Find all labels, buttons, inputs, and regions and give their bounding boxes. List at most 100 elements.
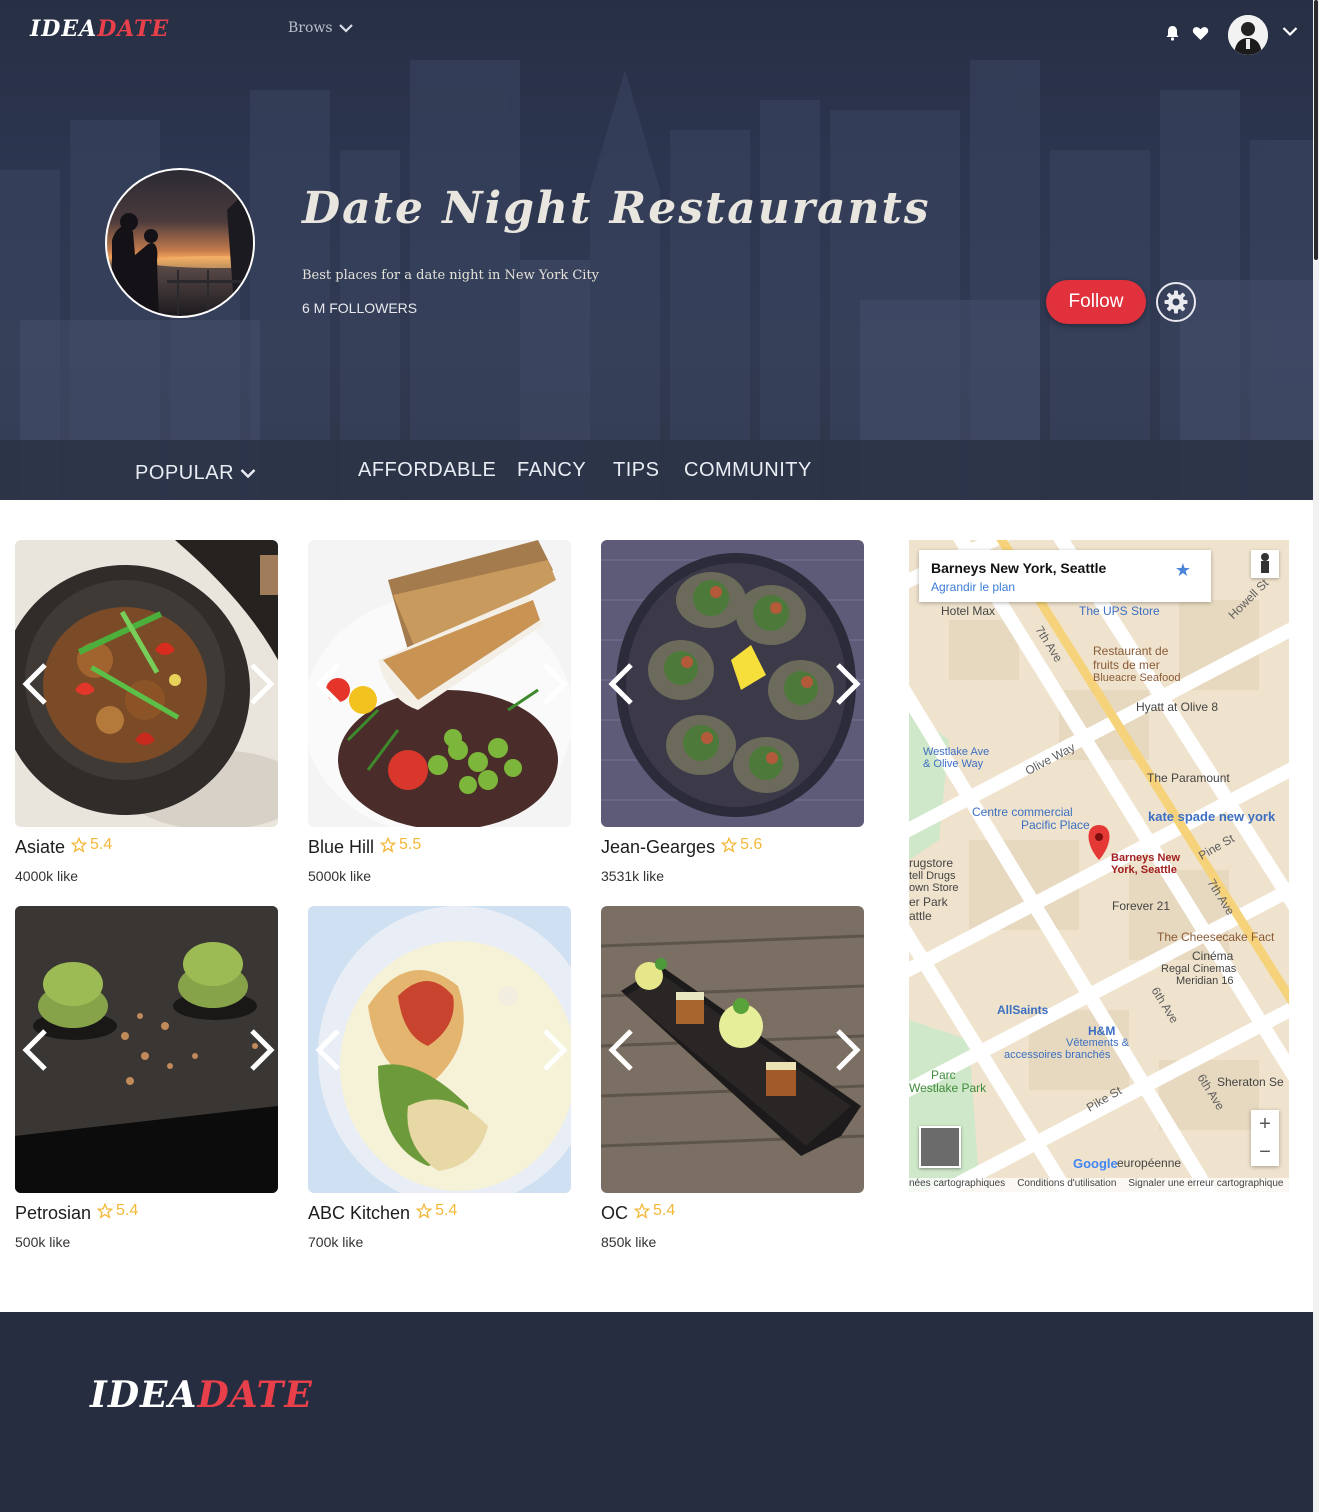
asiate-dish-image (15, 540, 278, 827)
likes-count: 4000k like (15, 868, 79, 884)
rating-value: 5.4 (90, 836, 113, 853)
settings-button[interactable] (1156, 282, 1196, 322)
map-label: Hyatt at Olive 8 (1136, 700, 1219, 714)
rating-value: 5.5 (399, 836, 422, 853)
abc-kitchen-dish-image (308, 906, 571, 1193)
map-label: The Cheesecake Fact (1157, 930, 1275, 944)
scrollbar-thumb[interactable] (1314, 0, 1318, 260)
tab-fancy[interactable]: FANCY (517, 459, 586, 482)
zoom-controls: + − (1251, 1110, 1279, 1166)
chevron-down-icon[interactable] (1282, 26, 1298, 37)
zoom-out-button[interactable]: − (1251, 1138, 1279, 1166)
chevron-right-icon[interactable] (246, 662, 276, 706)
likes-count: 700k like (308, 1234, 364, 1250)
save-star-icon[interactable]: ★ (1175, 560, 1191, 581)
map-label: Cinéma (1192, 949, 1234, 963)
brand-logo[interactable]: IDEADATE (30, 16, 169, 42)
chevron-right-icon[interactable] (539, 1028, 569, 1072)
restaurant-card[interactable]: Asiate 5.4 4000k like (15, 540, 278, 884)
bell-icon[interactable] (1165, 25, 1180, 41)
map-enlarge-link[interactable]: Agrandir le plan (931, 580, 1015, 594)
map-label: Pacific Place (1021, 818, 1090, 832)
map-label: The Paramount (1147, 771, 1230, 785)
followers-count: 6 M FOLLOWERS (302, 300, 418, 316)
person-icon (1261, 553, 1269, 573)
chevron-left-icon[interactable] (314, 1028, 344, 1072)
rating: 5.4 (71, 836, 112, 854)
map-label: Forever 21 (1112, 899, 1171, 913)
map-label: kate spade new york (1148, 809, 1276, 824)
map-label: accessoires branchés (1004, 1049, 1111, 1061)
restaurant-card[interactable]: Blue Hill 5.5 5000k like (308, 540, 571, 884)
restaurant-photo[interactable] (601, 540, 864, 827)
tab-tips[interactable]: TIPS (613, 459, 659, 482)
map-label: tell Drugs (909, 870, 956, 882)
top-navbar: IDEADATE Brows (0, 0, 1313, 62)
rating: 5.4 (634, 1202, 675, 1220)
restaurant-photo[interactable] (15, 906, 278, 1193)
page-title: Date Night Restaurants (302, 183, 931, 234)
map-label: Blueacre Seafood (1093, 672, 1181, 684)
chevron-right-icon[interactable] (832, 1028, 862, 1072)
restaurant-name[interactable]: Asiate (15, 837, 65, 858)
user-avatar[interactable] (1228, 15, 1268, 55)
map-footer-report[interactable]: Signaler une erreur cartographique (1128, 1178, 1283, 1192)
chevron-left-icon[interactable] (21, 662, 51, 706)
map-label: Parc (931, 1068, 956, 1082)
rating: 5.4 (416, 1202, 457, 1220)
couple-sunset-image (112, 184, 253, 316)
chevron-left-icon[interactable] (607, 1028, 637, 1072)
restaurant-card[interactable]: Petrosian 5.4 500k like (15, 906, 278, 1250)
card-title: ABC Kitchen 5.4 (308, 1202, 571, 1224)
star-icon (97, 1203, 114, 1219)
map-label: Regal Cinemas (1161, 963, 1237, 975)
map-label: The UPS Store (1079, 604, 1160, 618)
rating-value: 5.6 (740, 836, 763, 853)
chevron-left-icon[interactable] (314, 662, 344, 706)
zoom-in-button[interactable]: + (1251, 1110, 1279, 1138)
map-footer: nées cartographiques Conditions d'utilis… (909, 1178, 1289, 1192)
map-label: Sheraton Se (1217, 1075, 1284, 1089)
google-logo: Google (1073, 1156, 1118, 1171)
restaurant-photo[interactable] (15, 540, 278, 827)
restaurant-name[interactable]: Blue Hill (308, 837, 374, 858)
footer-brand-logo[interactable]: IDEADATE (90, 1374, 313, 1416)
restaurant-name[interactable]: ABC Kitchen (308, 1203, 410, 1224)
chevron-right-icon[interactable] (539, 662, 569, 706)
chevron-right-icon[interactable] (246, 1028, 276, 1072)
petrosian-dish-image (15, 906, 278, 1193)
restaurant-photo[interactable] (601, 906, 864, 1193)
card-title: Petrosian 5.4 (15, 1202, 278, 1224)
star-icon (380, 837, 397, 853)
map-label: rugstore (909, 856, 954, 870)
restaurant-name[interactable]: OC (601, 1203, 628, 1224)
street-view-pegman-icon[interactable] (1251, 550, 1279, 578)
restaurant-photo[interactable] (308, 540, 571, 827)
chevron-left-icon[interactable] (607, 662, 637, 706)
restaurant-card[interactable]: ABC Kitchen 5.4 700k like (308, 906, 571, 1250)
map-label: Restaurant de (1093, 644, 1169, 658)
restaurant-name[interactable]: Jean-Gearges (601, 837, 715, 858)
satellite-toggle[interactable] (919, 1126, 961, 1168)
chevron-left-icon[interactable] (21, 1028, 51, 1072)
chevron-right-icon[interactable] (832, 662, 862, 706)
location-map[interactable]: Barneys New York, Seattle Agrandir le pl… (909, 540, 1289, 1192)
chevron-down-icon (338, 24, 353, 33)
tab-affordable[interactable]: AFFORDABLE (358, 459, 496, 482)
follow-button[interactable]: Follow (1046, 280, 1146, 324)
tab-popular[interactable]: POPULAR (135, 462, 256, 485)
restaurant-name[interactable]: Petrosian (15, 1203, 91, 1224)
heart-icon[interactable] (1192, 26, 1209, 41)
browse-dropdown[interactable]: Brows (288, 20, 353, 36)
rating: 5.6 (721, 836, 762, 854)
restaurant-card[interactable]: OC 5.4 850k like (601, 906, 864, 1250)
map-footer-terms[interactable]: Conditions d'utilisation (1017, 1178, 1116, 1192)
likes-count: 3531k like (601, 868, 665, 884)
tab-community[interactable]: COMMUNITY (684, 459, 812, 482)
restaurant-photo[interactable] (308, 906, 571, 1193)
likes-count: 850k like (601, 1234, 657, 1250)
tab-popular-label: POPULAR (135, 462, 235, 484)
map-footer-data[interactable]: nées cartographiques (909, 1178, 1005, 1192)
user-avatar-image (1228, 15, 1268, 55)
restaurant-card[interactable]: Jean-Gearges 5.6 3531k like (601, 540, 864, 884)
